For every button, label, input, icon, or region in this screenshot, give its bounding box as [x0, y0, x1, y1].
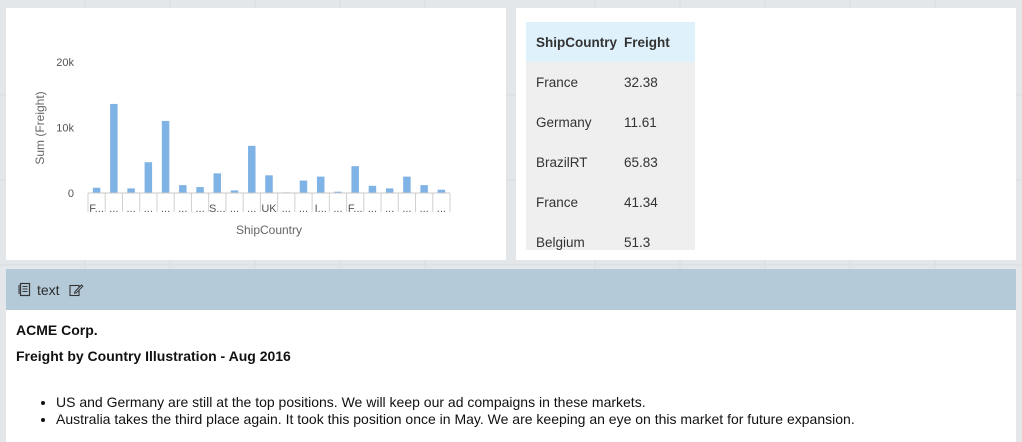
x-tick-label: ...	[161, 203, 170, 215]
bar[interactable]	[420, 185, 428, 193]
bar[interactable]	[179, 185, 187, 193]
list-item: Australia takes the third place again. I…	[56, 411, 1006, 428]
bar[interactable]	[385, 188, 394, 193]
cell-shipcountry: BrazilRT	[536, 154, 588, 170]
column-header-freight[interactable]: Freight	[624, 35, 695, 50]
column-header-shipcountry[interactable]: ShipCountry	[526, 35, 624, 50]
bar[interactable]	[92, 187, 101, 193]
text-widget-title: text	[37, 281, 60, 298]
x-tick-label: ...	[368, 203, 377, 215]
bar[interactable]	[196, 187, 204, 193]
bar[interactable]	[351, 166, 359, 193]
bar[interactable]	[110, 103, 118, 193]
x-tick-label: ...	[127, 203, 136, 215]
text-widget[interactable]: text ACME Corp. Freight by Country Illus…	[6, 269, 1016, 442]
x-tick-label: I...	[315, 203, 327, 215]
bar[interactable]	[213, 173, 222, 193]
bar[interactable]	[265, 175, 273, 193]
bar[interactable]	[403, 176, 411, 193]
x-tick-label: ...	[230, 203, 239, 215]
bar[interactable]	[161, 120, 170, 193]
cell-freight: 51.3	[624, 234, 651, 250]
x-tick-label: ...	[195, 203, 204, 215]
bar[interactable]	[316, 176, 325, 193]
edit-icon[interactable]	[69, 283, 84, 297]
cell-freight: 41.34	[624, 194, 658, 210]
document-icon	[18, 282, 32, 297]
cell-shipcountry: Germany	[536, 114, 592, 130]
x-tick-label: S...	[209, 203, 226, 215]
x-tick-label: ...	[333, 203, 342, 215]
bar[interactable]	[144, 162, 153, 193]
x-tick-label: ...	[385, 203, 394, 215]
bar[interactable]	[299, 180, 308, 193]
list-item: US and Germany are still at the top posi…	[56, 394, 1006, 411]
text-widget-header: text	[6, 269, 1016, 310]
bar[interactable]	[127, 188, 135, 193]
x-tick-label: ...	[178, 203, 187, 215]
table-row[interactable]: France 41.34	[526, 182, 695, 222]
table-row[interactable]: Belgium 51.3	[526, 222, 695, 250]
x-tick-label: UK	[261, 203, 277, 215]
notes-list: US and Germany are still at the top posi…	[16, 394, 1006, 428]
bar-chart-widget[interactable]: 0 10k 20k F..................... S.........…	[6, 8, 506, 260]
x-axis-title: ShipCountry	[236, 223, 302, 237]
table-row[interactable]: BrazilRT 65.83	[526, 142, 695, 182]
cell-shipcountry: Belgium	[536, 234, 585, 250]
x-tick-label: F...	[348, 203, 363, 215]
table-row[interactable]: France 32.38	[526, 62, 695, 102]
text-widget-body: ACME Corp. Freight by Country Illustrati…	[6, 310, 1016, 428]
x-tick-label: ...	[437, 203, 446, 215]
x-tick-label: ...	[299, 203, 308, 215]
y-tick-label: 20k	[56, 57, 74, 69]
x-tick-label: ...	[144, 203, 153, 215]
x-tick-label: ...	[109, 203, 118, 215]
y-tick-label: 0	[68, 188, 74, 200]
bar[interactable]	[248, 145, 256, 193]
cell-shipcountry: France	[536, 74, 579, 90]
table-header-row: ShipCountry Freight	[526, 22, 695, 62]
table-row[interactable]: Germany 11.61	[526, 102, 695, 142]
report-subtitle: Freight by Country Illustration - Aug 20…	[16, 348, 291, 364]
y-tick-label: 10k	[56, 123, 74, 135]
x-tick-label: ...	[247, 203, 256, 215]
cell-freight: 32.38	[624, 74, 658, 90]
x-tick-label: ...	[420, 203, 429, 215]
x-tick-label: ...	[282, 203, 291, 215]
bar-chart[interactable]: 0 10k 20k F..................... S.........…	[6, 8, 506, 260]
cell-shipcountry: France	[536, 194, 579, 210]
x-tick-label: ...	[402, 203, 411, 215]
bar[interactable]	[368, 185, 377, 193]
x-tick-label: F...	[89, 203, 104, 215]
report-title: ACME Corp.	[16, 322, 98, 338]
y-axis-title: Sum (Freight)	[33, 91, 47, 164]
cell-freight: 65.83	[624, 154, 658, 170]
cell-freight: 11.61	[624, 114, 657, 130]
data-table-widget[interactable]: ShipCountry Freight France 32.38 Germany…	[516, 8, 1016, 260]
freight-table[interactable]: ShipCountry Freight France 32.38 Germany…	[526, 22, 695, 250]
